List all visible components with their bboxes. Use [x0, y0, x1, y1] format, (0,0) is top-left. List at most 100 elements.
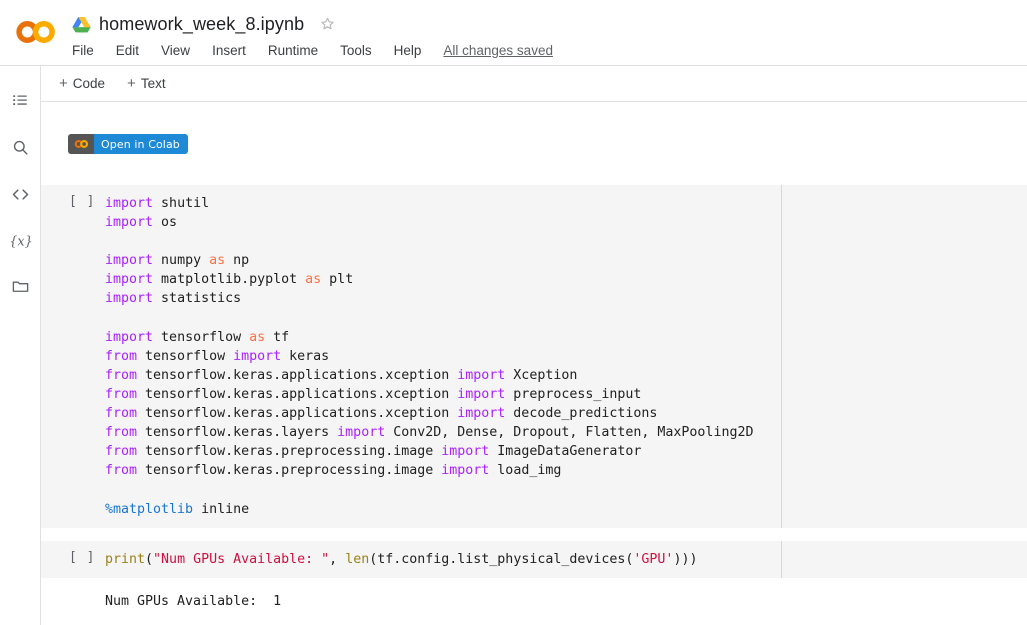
- code-token: tensorflow.keras.preprocessing.image: [137, 463, 442, 479]
- save-status-link[interactable]: All changes saved: [443, 43, 553, 58]
- add-code-cell-button[interactable]: + Code: [59, 76, 105, 91]
- folder-icon: [12, 281, 29, 292]
- code-token: from: [105, 386, 138, 402]
- colab-logo-small: [74, 140, 89, 148]
- code-token: keras: [281, 348, 330, 364]
- code-token: ImageDataGenerator: [489, 444, 642, 460]
- code-token: os: [153, 215, 178, 231]
- code-token: 'GPU': [633, 552, 674, 567]
- code-token: import: [441, 463, 490, 479]
- open-in-colab-badge[interactable]: Open in Colab: [68, 134, 188, 154]
- code-token: as: [249, 329, 266, 345]
- code-token: as: [209, 253, 226, 269]
- code-token: from: [105, 348, 138, 364]
- code-token: Xception: [505, 367, 578, 383]
- menu-item-insert[interactable]: Insert: [212, 43, 246, 58]
- variables-icon: {x}: [10, 234, 32, 249]
- code-token: import: [105, 196, 154, 211]
- code-token: import: [337, 425, 386, 441]
- list-icon: [13, 95, 27, 106]
- code-token: tensorflow.keras.layers: [137, 425, 338, 441]
- search-icon: [13, 140, 28, 155]
- code-token: from: [105, 463, 138, 479]
- code-cell-gpu-check[interactable]: [ ] print("Num GPUs Available: ", len(tf…: [41, 541, 1027, 579]
- notebook-title-row: homework_week_8.ipynb: [72, 10, 337, 38]
- menu-item-view[interactable]: View: [161, 43, 190, 58]
- code-token: tensorflow.keras.preprocessing.image: [137, 444, 442, 460]
- code-token: preprocess_input: [505, 386, 642, 402]
- star-outline-icon[interactable]: [318, 15, 337, 34]
- code-token: import: [457, 367, 506, 383]
- code-token: import: [457, 406, 506, 422]
- code-token: ))): [673, 552, 698, 567]
- code-cell-imports[interactable]: [ ] import shutil import os import numpy…: [41, 185, 1027, 528]
- code-token: inline: [193, 501, 250, 517]
- code-brackets-icon: [12, 189, 29, 200]
- badge-label: Open in Colab: [94, 134, 188, 154]
- badge-logo-area: [68, 134, 94, 154]
- sidebar-item-variables[interactable]: {x}: [7, 227, 34, 254]
- code-token: shutil: [153, 196, 210, 211]
- code-token: decode_predictions: [505, 406, 658, 422]
- code-token: tf: [265, 329, 290, 345]
- menu-bar: File Edit View Insert Runtime Tools Help…: [72, 40, 553, 60]
- notebook-body: Open in Colab [ ] import shutil import o…: [41, 103, 1027, 625]
- code-token: Conv2D, Dense, Dropout, Flatten, MaxPool…: [385, 425, 754, 441]
- code-token: tensorflow: [137, 348, 234, 364]
- code-token: ,: [329, 552, 346, 567]
- cell-output-area: Num GPUs Available: 1: [41, 579, 1027, 612]
- output-text: Num GPUs Available: 1: [105, 594, 282, 609]
- code-token: tensorflow.keras.applications.xception: [137, 406, 458, 422]
- code-token: np: [225, 253, 250, 269]
- sidebar-item-table-of-contents[interactable]: [7, 87, 34, 114]
- code-token: import: [105, 215, 154, 231]
- sidebar-item-code-snippets[interactable]: [7, 181, 34, 208]
- code-token: import: [441, 444, 490, 460]
- code-token: tensorflow.keras.applications.xception: [137, 367, 458, 383]
- left-sidebar-rail: {x}: [0, 66, 41, 625]
- open-in-colab-badge-wrap: Open in Colab: [68, 134, 188, 154]
- code-token: print: [105, 552, 146, 567]
- plus-icon: +: [127, 75, 136, 92]
- code-token: matplotlib.pyplot: [153, 272, 306, 288]
- code-token: len: [345, 552, 370, 567]
- code-token: numpy: [153, 253, 210, 269]
- code-token: statistics: [153, 291, 242, 307]
- app-header: homework_week_8.ipynb File Edit View Ins…: [0, 0, 1027, 66]
- code-token: import: [457, 386, 506, 402]
- svg-text:{x}: {x}: [10, 234, 32, 249]
- colab-logo[interactable]: [14, 16, 58, 48]
- code-token: as: [305, 272, 322, 288]
- add-text-cell-label: Text: [140, 76, 166, 91]
- code-token: %matplotlib: [105, 501, 194, 517]
- notebook-toolbar: + Code + Text: [41, 66, 1027, 102]
- code-token: import: [105, 253, 154, 269]
- notebook-filename[interactable]: homework_week_8.ipynb: [99, 14, 304, 35]
- code-token: tensorflow: [153, 329, 250, 345]
- menu-item-help[interactable]: Help: [394, 43, 422, 58]
- code-token: import: [105, 272, 154, 288]
- code-token: from: [105, 444, 138, 460]
- code-token: "Num GPUs Available: ": [153, 552, 330, 567]
- code-token: tensorflow.keras.applications.xception: [137, 386, 458, 402]
- menu-item-edit[interactable]: Edit: [116, 43, 139, 58]
- code-token: (tf.config.list_physical_devices(: [369, 552, 634, 567]
- code-token: load_img: [489, 463, 562, 479]
- code-token: (: [145, 552, 154, 567]
- menu-item-tools[interactable]: Tools: [340, 43, 372, 58]
- code-token: from: [105, 406, 138, 422]
- add-code-cell-label: Code: [72, 76, 106, 91]
- menu-item-file[interactable]: File: [72, 43, 94, 58]
- plus-icon: +: [59, 75, 68, 92]
- code-token: import: [105, 329, 154, 345]
- code-content[interactable]: import shutil import os import numpy as …: [41, 194, 1027, 519]
- code-token: from: [105, 425, 138, 441]
- code-token: from: [105, 367, 138, 383]
- menu-item-runtime[interactable]: Runtime: [268, 43, 318, 58]
- code-content[interactable]: print("Num GPUs Available: ", len(tf.con…: [41, 550, 1027, 569]
- google-drive-icon: [72, 16, 91, 32]
- code-token: plt: [321, 272, 354, 288]
- sidebar-item-search[interactable]: [7, 134, 34, 161]
- add-text-cell-button[interactable]: + Text: [127, 76, 166, 91]
- sidebar-item-files[interactable]: [7, 273, 34, 300]
